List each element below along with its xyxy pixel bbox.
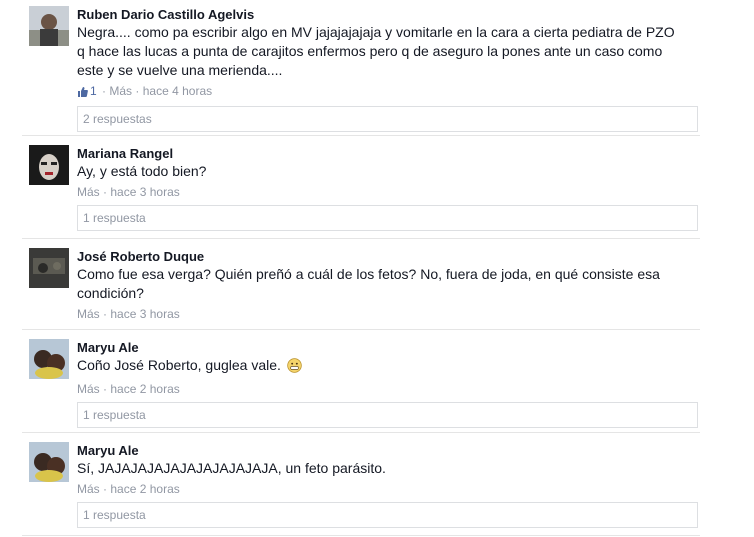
comment-text: Negra.... como pa escribir algo en MV ja…: [77, 23, 697, 80]
timestamp[interactable]: hace 4 horas: [143, 84, 212, 98]
comment-text-line: Como fue esa verga? Quién preñó a cuál d…: [77, 266, 660, 282]
more-link[interactable]: Más: [77, 185, 100, 199]
separator: ·: [102, 84, 107, 98]
more-link[interactable]: Más: [77, 307, 100, 321]
comment-text: Coño José Roberto, guglea vale.: [77, 356, 697, 378]
avatar[interactable]: [29, 6, 69, 46]
more-link[interactable]: Más: [109, 84, 132, 98]
comment-text-line: q hace las lucas a punta de carajitos en…: [77, 43, 663, 59]
separator: ·: [103, 307, 108, 321]
avatar[interactable]: [29, 145, 69, 185]
comment-meta: Más · hace 3 horas: [77, 307, 697, 322]
avatar[interactable]: [29, 339, 69, 379]
separator: ·: [103, 185, 108, 199]
divider: [22, 535, 700, 536]
more-link[interactable]: Más: [77, 382, 100, 396]
comment-author-link[interactable]: Maryu Ale: [77, 333, 697, 356]
comment-text: Ay, y está todo bien?: [77, 162, 697, 181]
replies-link[interactable]: 2 respuestas: [77, 106, 698, 132]
comment-text-line: Sí, JAJAJAJAJAJAJAJAJAJAJA, un feto pará…: [77, 460, 386, 476]
comment-text: Sí, JAJAJAJAJAJAJAJAJAJAJA, un feto pará…: [77, 459, 697, 478]
divider: [22, 432, 700, 433]
comment-meta: Más · hace 3 horas: [77, 185, 697, 200]
thumbs-up-icon[interactable]: [77, 86, 88, 101]
comment-author-link[interactable]: Mariana Rangel: [77, 139, 697, 162]
avatar[interactable]: [29, 248, 69, 288]
comment-author-link[interactable]: José Roberto Duque: [77, 242, 697, 265]
comment-author-link[interactable]: Ruben Dario Castillo Agelvis: [77, 0, 697, 23]
comment-text: Como fue esa verga? Quién preñó a cuál d…: [77, 265, 697, 303]
divider: [22, 135, 700, 136]
comment-text-line: Coño José Roberto, guglea vale.: [77, 357, 281, 373]
separator: ·: [103, 382, 108, 396]
timestamp[interactable]: hace 2 horas: [110, 382, 179, 396]
comment-meta: Más · hace 2 horas: [77, 382, 697, 397]
separator: ·: [103, 482, 108, 496]
replies-link[interactable]: 1 respuesta: [77, 402, 698, 428]
replies-link[interactable]: 1 respuesta: [77, 502, 698, 528]
grin-emoji-icon: [287, 358, 302, 378]
timestamp[interactable]: hace 3 horas: [110, 307, 179, 321]
divider: [22, 329, 700, 330]
comment-text-line: Ay, y está todo bien?: [77, 163, 207, 179]
comment-author-link[interactable]: Maryu Ale: [77, 436, 697, 459]
comment-text-line: condición?: [77, 285, 144, 301]
avatar[interactable]: [29, 442, 69, 482]
like-count[interactable]: 1: [90, 84, 97, 98]
divider: [22, 238, 700, 239]
timestamp[interactable]: hace 2 horas: [110, 482, 179, 496]
timestamp[interactable]: hace 3 horas: [110, 185, 179, 199]
comment-meta: Más · hace 2 horas: [77, 482, 697, 497]
replies-link[interactable]: 1 respuesta: [77, 205, 698, 231]
separator: ·: [135, 84, 140, 98]
comment-feed: Ruben Dario Castillo Agelvis Negra.... c…: [0, 0, 754, 537]
comment-text-line: Negra.... como pa escribir algo en MV ja…: [77, 24, 675, 40]
more-link[interactable]: Más: [77, 482, 100, 496]
comment-text-line: este y se vuelve una merienda....: [77, 62, 283, 78]
comment-meta: 1 · Más · hace 4 horas: [77, 84, 697, 101]
